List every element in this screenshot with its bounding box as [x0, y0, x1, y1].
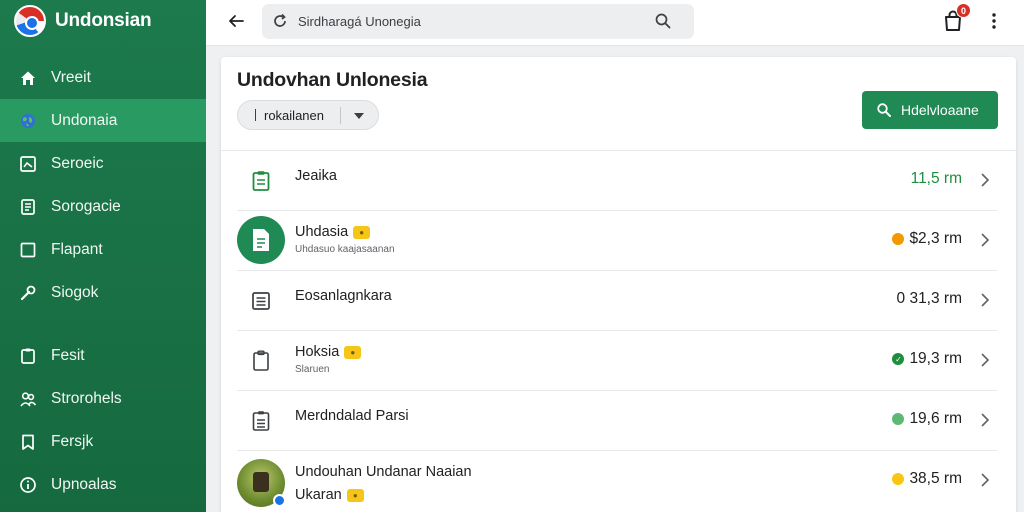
sidebar-item-label: Undonaia	[51, 111, 118, 129]
square-icon	[19, 241, 37, 259]
row-amount: 11,5 rm	[910, 170, 962, 187]
home-icon	[19, 69, 37, 87]
filter-separator	[340, 107, 341, 124]
sidebar-item-undonaia[interactable]: Undonaia	[0, 99, 206, 142]
search-icon	[877, 103, 891, 117]
search-icon[interactable]	[654, 12, 672, 35]
list-item[interactable]: Jeaika 11,5 rm	[237, 151, 997, 211]
sidebar-item-label: Siogok	[51, 283, 99, 301]
sidebar-item-siogok[interactable]: Siogok	[0, 271, 206, 314]
row-amount: 19,6 rm	[892, 410, 962, 428]
row-subtitle: Ukaran ●	[295, 487, 364, 503]
list-item[interactable]: Eosanlagnkara 0 31,3 rm	[237, 271, 997, 331]
sidebar-item-sorogacie[interactable]: Sorogacie	[0, 185, 206, 228]
app-name: Undonsian	[55, 10, 152, 31]
app-logo-icon	[14, 5, 46, 37]
image-icon	[19, 155, 37, 173]
primary-action-button[interactable]: Hdelvloaane	[862, 91, 998, 129]
wrench-icon	[19, 284, 37, 302]
list-item[interactable]: Uhdasia ● Uhdasuo kaajasaanan $2,3 rm	[237, 211, 997, 271]
lock-badge-icon: ●	[353, 225, 371, 239]
refresh-icon[interactable]	[271, 12, 289, 35]
avatar	[237, 459, 286, 507]
more-vertical-icon	[992, 13, 996, 29]
list-item[interactable]: Merdndalad Parsi 19,6 rm	[237, 391, 997, 451]
chevron-right-icon[interactable]	[979, 291, 991, 309]
clipboard-icon	[19, 347, 37, 365]
sidebar-item-strorohels[interactable]: Strorohels	[0, 377, 206, 420]
filter-divider	[255, 109, 256, 121]
filter-dropdown[interactable]: rokailanen	[237, 100, 379, 130]
arrow-left-icon	[229, 15, 244, 27]
check-status-icon: ✓	[892, 353, 905, 365]
row-title: Uhdasia ●	[295, 224, 371, 240]
back-button[interactable]	[222, 9, 250, 33]
filter-label: rokailanen	[264, 108, 324, 123]
sidebar-item-label: Seroeic	[51, 154, 104, 172]
sidebar-nav: Vreeit Undonaia Seroeic Sorogacie Flapan…	[0, 56, 206, 506]
chevron-right-icon[interactable]	[979, 171, 991, 189]
row-title: Merdndalad Parsi	[295, 408, 409, 424]
info-icon	[19, 476, 37, 494]
bookmark-icon	[19, 433, 37, 451]
sidebar-item-label: Upnoalas	[51, 475, 117, 493]
avatar-image	[253, 472, 269, 492]
primary-action-label: Hdelvloaane	[901, 102, 979, 118]
chevron-right-icon[interactable]	[979, 411, 991, 429]
search-bar[interactable]: Sirdharagá Unonegia	[262, 4, 694, 39]
sidebar-item-fesit[interactable]: Fesit	[0, 334, 206, 377]
status-dot	[892, 413, 905, 425]
chevron-right-icon[interactable]	[979, 231, 991, 249]
status-dot	[892, 473, 905, 485]
row-amount: $2,3 rm	[892, 230, 962, 248]
list-item[interactable]: Hoksia ● Slaruen ✓ 19,3 rm	[237, 331, 997, 391]
top-bar: Sirdharagá Unonegia 0	[206, 0, 1024, 46]
lock-badge-icon: ●	[346, 488, 364, 502]
notification-badge: 0	[956, 3, 971, 18]
sidebar-item-label: Strorohels	[51, 389, 122, 407]
notifications-button[interactable]: 0	[942, 3, 971, 33]
brand[interactable]: Undonsian	[14, 4, 152, 38]
online-indicator-icon	[273, 494, 286, 507]
row-amount: 38,5 rm	[892, 470, 962, 488]
row-subtitle: Slaruen	[295, 364, 330, 375]
search-input[interactable]: Sirdharagá Unonegia	[298, 14, 421, 29]
row-title: Hoksia ●	[295, 344, 362, 360]
caret-down-icon[interactable]	[354, 113, 364, 119]
list-item[interactable]: Undouhan Undanar Naaian Ukaran ● 38,5 rm	[237, 451, 997, 511]
main-card: Undovhan Unlonesia rokailanen Hdelvloaan…	[221, 57, 1016, 512]
clipboard-icon	[249, 349, 273, 373]
list-icon	[249, 289, 273, 313]
row-subtitle: Uhdasuo kaajasaanan	[295, 244, 395, 255]
globe-icon	[19, 112, 37, 130]
sidebar-item-fersjk[interactable]: Fersjk	[0, 420, 206, 463]
row-amount: ✓ 19,3 rm	[892, 350, 962, 368]
sidebar-item-seroeic[interactable]: Seroeic	[0, 142, 206, 185]
page-title: Undovhan Unlonesia	[237, 69, 428, 91]
sidebar-item-upnoalas[interactable]: Upnoalas	[0, 463, 206, 506]
sidebar-item-flapant[interactable]: Flapant	[0, 228, 206, 271]
lock-badge-icon: ●	[344, 345, 362, 359]
chevron-right-icon[interactable]	[979, 351, 991, 369]
people-icon	[19, 390, 37, 408]
sidebar: Undonsian Vreeit Undonaia Seroeic Soroga…	[0, 0, 206, 512]
chevron-right-icon[interactable]	[979, 471, 991, 489]
sidebar-item-label: Fersjk	[51, 432, 94, 450]
row-title: Jeaika	[295, 168, 337, 184]
document-icon	[237, 216, 285, 264]
document-icon	[249, 169, 273, 193]
item-list: Jeaika 11,5 rm Uhdasia ● Uhdasuo kaajasaa…	[237, 151, 997, 511]
sidebar-item-label: Fesit	[51, 346, 85, 364]
sidebar-item-label: Sorogacie	[51, 197, 121, 215]
sidebar-item-vreeit[interactable]: Vreeit	[0, 56, 206, 99]
row-amount: 0 31,3 rm	[896, 290, 962, 307]
status-dot	[892, 233, 905, 245]
row-title: Eosanlagnkara	[295, 288, 392, 304]
notes-icon	[249, 409, 273, 433]
sidebar-item-label: Flapant	[51, 240, 103, 258]
sidebar-item-label: Vreeit	[51, 68, 91, 86]
document-icon	[19, 198, 37, 216]
more-options-button[interactable]	[984, 9, 1004, 33]
row-title: Undouhan Undanar Naaian	[295, 464, 472, 480]
